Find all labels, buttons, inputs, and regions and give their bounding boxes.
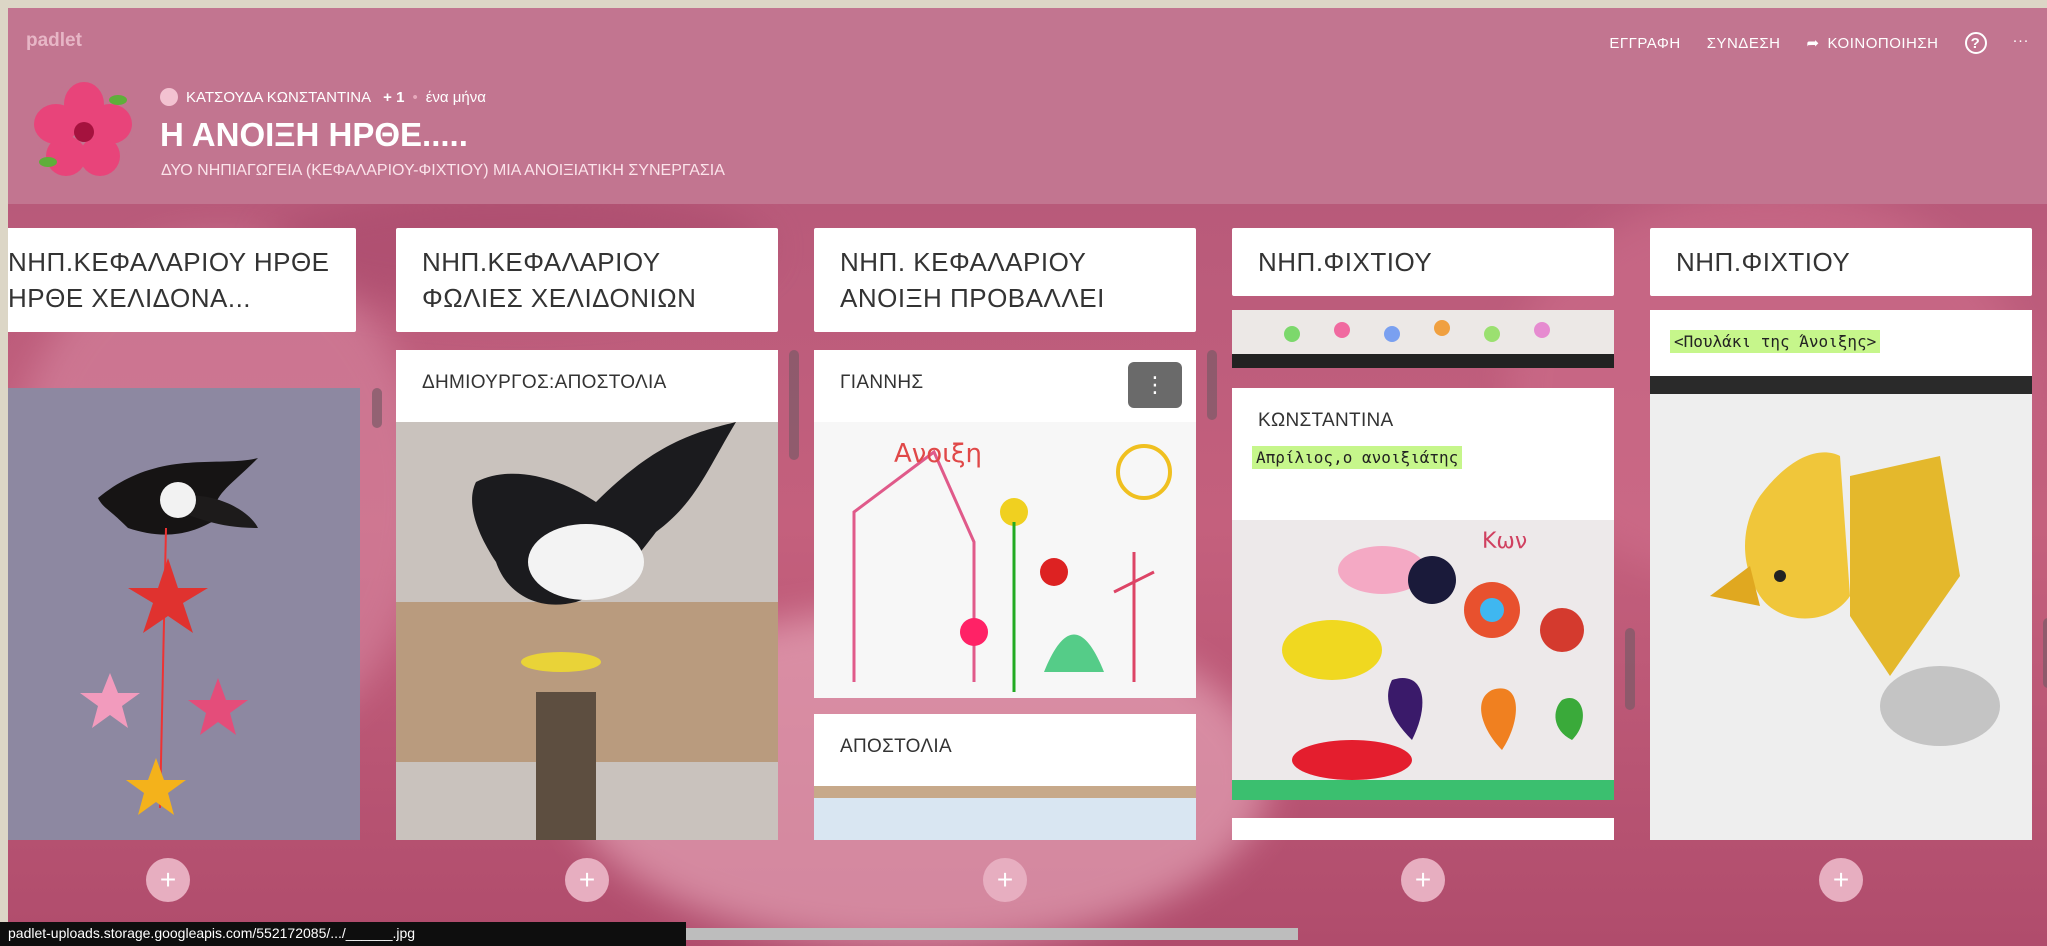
status-bar-url: padlet-uploads.storage.googleapis.com/55… — [0, 922, 686, 946]
share-arrow-icon: ➦ — [1806, 35, 1820, 52]
board-title: Η ΑΝΟΙΞΗ ΗΡΘΕ..... — [160, 116, 468, 153]
drawing-label: Ανοιξη — [894, 439, 982, 469]
top-navigation: ΕΓΓΡΑΦΗ ΣΥΝΔΕΣΗ ➦ ΚΟΙΝΟΠΟΙΗΣΗ ? ··· — [1609, 32, 2047, 54]
hibiscus-avatar-icon — [34, 82, 132, 178]
next-post-card[interactable] — [1232, 818, 1614, 840]
column-scrollbar[interactable] — [1207, 350, 1217, 420]
swallow-mobile-card[interactable] — [8, 388, 360, 840]
spring-drawing-image: Ανοιξη — [814, 422, 1196, 698]
flowers-strip-card[interactable] — [1232, 310, 1614, 368]
card-caption-highlight: <Πουλάκι της Άνοιξης> — [1670, 330, 1881, 353]
add-post-button[interactable]: + — [983, 858, 1027, 902]
post-meta: ΚΑΤΣΟΥΔΑ ΚΩΝΣΤΑΝΤΙΝΑ + 1 • ένα μήνα — [160, 88, 486, 106]
board-subtitle: ΔΥΟ ΝΗΠΙΑΓΩΓΕΙΑ (ΚΕΦΑΛΑΡΙΟΥ-ΦΙΧΤΙΟΥ) ΜΙΑ… — [161, 162, 725, 179]
column-kefalariou-1: ΝΗΠ.ΚΕΦΑΛΑΡΙΟΥ ΗΡΘΕ ΗΡΘΕ ΧΕΛΙΔΟΝΑ... — [8, 228, 356, 332]
add-post-button[interactable]: + — [565, 858, 609, 902]
user-icon — [160, 88, 178, 106]
drawing-card-giannis[interactable]: ΓΙΑΝΝΗΣ ⋮ Ανοιξη — [814, 350, 1196, 698]
login-link[interactable]: ΣΥΝΔΕΣΗ — [1707, 35, 1781, 52]
board-header: padlet ΕΓΓΡΑΦΗ ΣΥΝΔΕΣΗ ➦ ΚΟΙΝΟΠΟΙΗΣΗ ? ··… — [8, 8, 2047, 204]
add-post-button[interactable]: + — [146, 858, 190, 902]
more-options-icon[interactable]: ··· — [2013, 32, 2030, 49]
column-kefalariou-3: ΝΗΠ. ΚΕΦΑΛΑΡΙΟΥ ΑΝΟΙΞΗ ΠΡΟΒΑΛΛΕΙ — [814, 228, 1196, 332]
column-scrollbar[interactable] — [2043, 618, 2047, 688]
column-kefalariou-2: ΝΗΠ.ΚΕΦΑΛΑΡΙΟΥ ΦΩΛΙΕΣ ΧΕΛΙΔΟΝΙΩΝ — [396, 228, 778, 332]
flowers-strip-image — [1232, 310, 1614, 368]
nest-card[interactable]: ΔΗΜΙΟΥΡΓΟΣ:ΑΠΟΣΤΟΛΙΑ — [396, 350, 778, 840]
drawing-preview-image — [814, 786, 1196, 840]
drawing-name-label: Κων — [1482, 529, 1527, 554]
paper-bird-image — [1650, 376, 2032, 840]
column-scrollbar[interactable] — [1625, 628, 1635, 710]
card-author: ΚΩΝΣΤΑΝΤΙΝΑ — [1258, 410, 1394, 431]
column-header[interactable]: ΝΗΠ. ΚΕΦΑΛΑΡΙΟΥ ΑΝΟΙΞΗ ΠΡΟΒΑΛΛΕΙ — [814, 228, 1196, 332]
share-label: ΚΟΙΝΟΠΟΙΗΣΗ — [1827, 35, 1939, 52]
add-post-button[interactable]: + — [1401, 858, 1445, 902]
bird-card[interactable]: <Πουλάκι της Άνοιξης> — [1650, 310, 2032, 840]
swallow-mobile-image — [8, 388, 360, 840]
column-fichtiou-1: ΝΗΠ.ΦΙΧΤΙΟΥ — [1232, 228, 1614, 296]
post-time: ένα μήνα — [425, 88, 486, 106]
column-header[interactable]: ΝΗΠ.ΦΙΧΤΙΟΥ — [1650, 228, 2032, 296]
card-author: ΑΠΟΣΤΟΛΙΑ — [840, 736, 952, 757]
drawing-card-apostolia[interactable]: ΑΠΟΣΤΟΛΙΑ — [814, 714, 1196, 840]
column-header[interactable]: ΝΗΠ.ΚΕΦΑΛΑΡΙΟΥ ΦΩΛΙΕΣ ΧΕΛΙΔΟΝΙΩΝ — [396, 228, 778, 332]
column-scrollbar[interactable] — [789, 350, 799, 460]
column-scrollbar[interactable] — [372, 388, 382, 428]
horizontal-scrollbar[interactable] — [686, 928, 1298, 940]
padlet-logo[interactable]: padlet — [26, 30, 82, 52]
column-header[interactable]: ΝΗΠ.ΦΙΧΤΙΟΥ — [1232, 228, 1614, 296]
swallow-nest-image — [396, 422, 778, 840]
share-button[interactable]: ➦ ΚΟΙΝΟΠΟΙΗΣΗ — [1806, 34, 1938, 52]
card-author: ΔΗΜΙΟΥΡΓΟΣ:ΑΠΟΣΤΟΛΙΑ — [422, 372, 667, 393]
add-post-button[interactable]: + — [1819, 858, 1863, 902]
card-menu-icon[interactable]: ⋮ — [1128, 362, 1182, 408]
column-header[interactable]: ΝΗΠ.ΚΕΦΑΛΑΡΙΟΥ ΗΡΘΕ ΗΡΘΕ ΧΕΛΙΔΟΝΑ... — [8, 228, 356, 332]
meta-separator: • — [412, 88, 418, 106]
help-icon[interactable]: ? — [1964, 32, 1987, 54]
flowers-drawing-image: Κων — [1232, 520, 1614, 800]
collaborators-count[interactable]: + 1 — [383, 89, 404, 106]
column-fichtiou-2: ΝΗΠ.ΦΙΧΤΙΟΥ — [1650, 228, 2032, 296]
author-name[interactable]: ΚΑΤΣΟΥΔΑ ΚΩΝΣΤΑΝΤΙΝΑ — [186, 89, 371, 106]
signup-link[interactable]: ΕΓΓΡΑΦΗ — [1609, 35, 1680, 52]
card-caption-highlight: Απρίλιος,ο ανοιξιάτης — [1252, 446, 1463, 469]
padlet-board: padlet ΕΓΓΡΑΦΗ ΣΥΝΔΕΣΗ ➦ ΚΟΙΝΟΠΟΙΗΣΗ ? ··… — [8, 8, 2047, 946]
drawing-card-konstantina[interactable]: ΚΩΝΣΤΑΝΤΙΝΑ Απρίλιος,ο ανοιξιάτης Κων — [1232, 388, 1614, 800]
